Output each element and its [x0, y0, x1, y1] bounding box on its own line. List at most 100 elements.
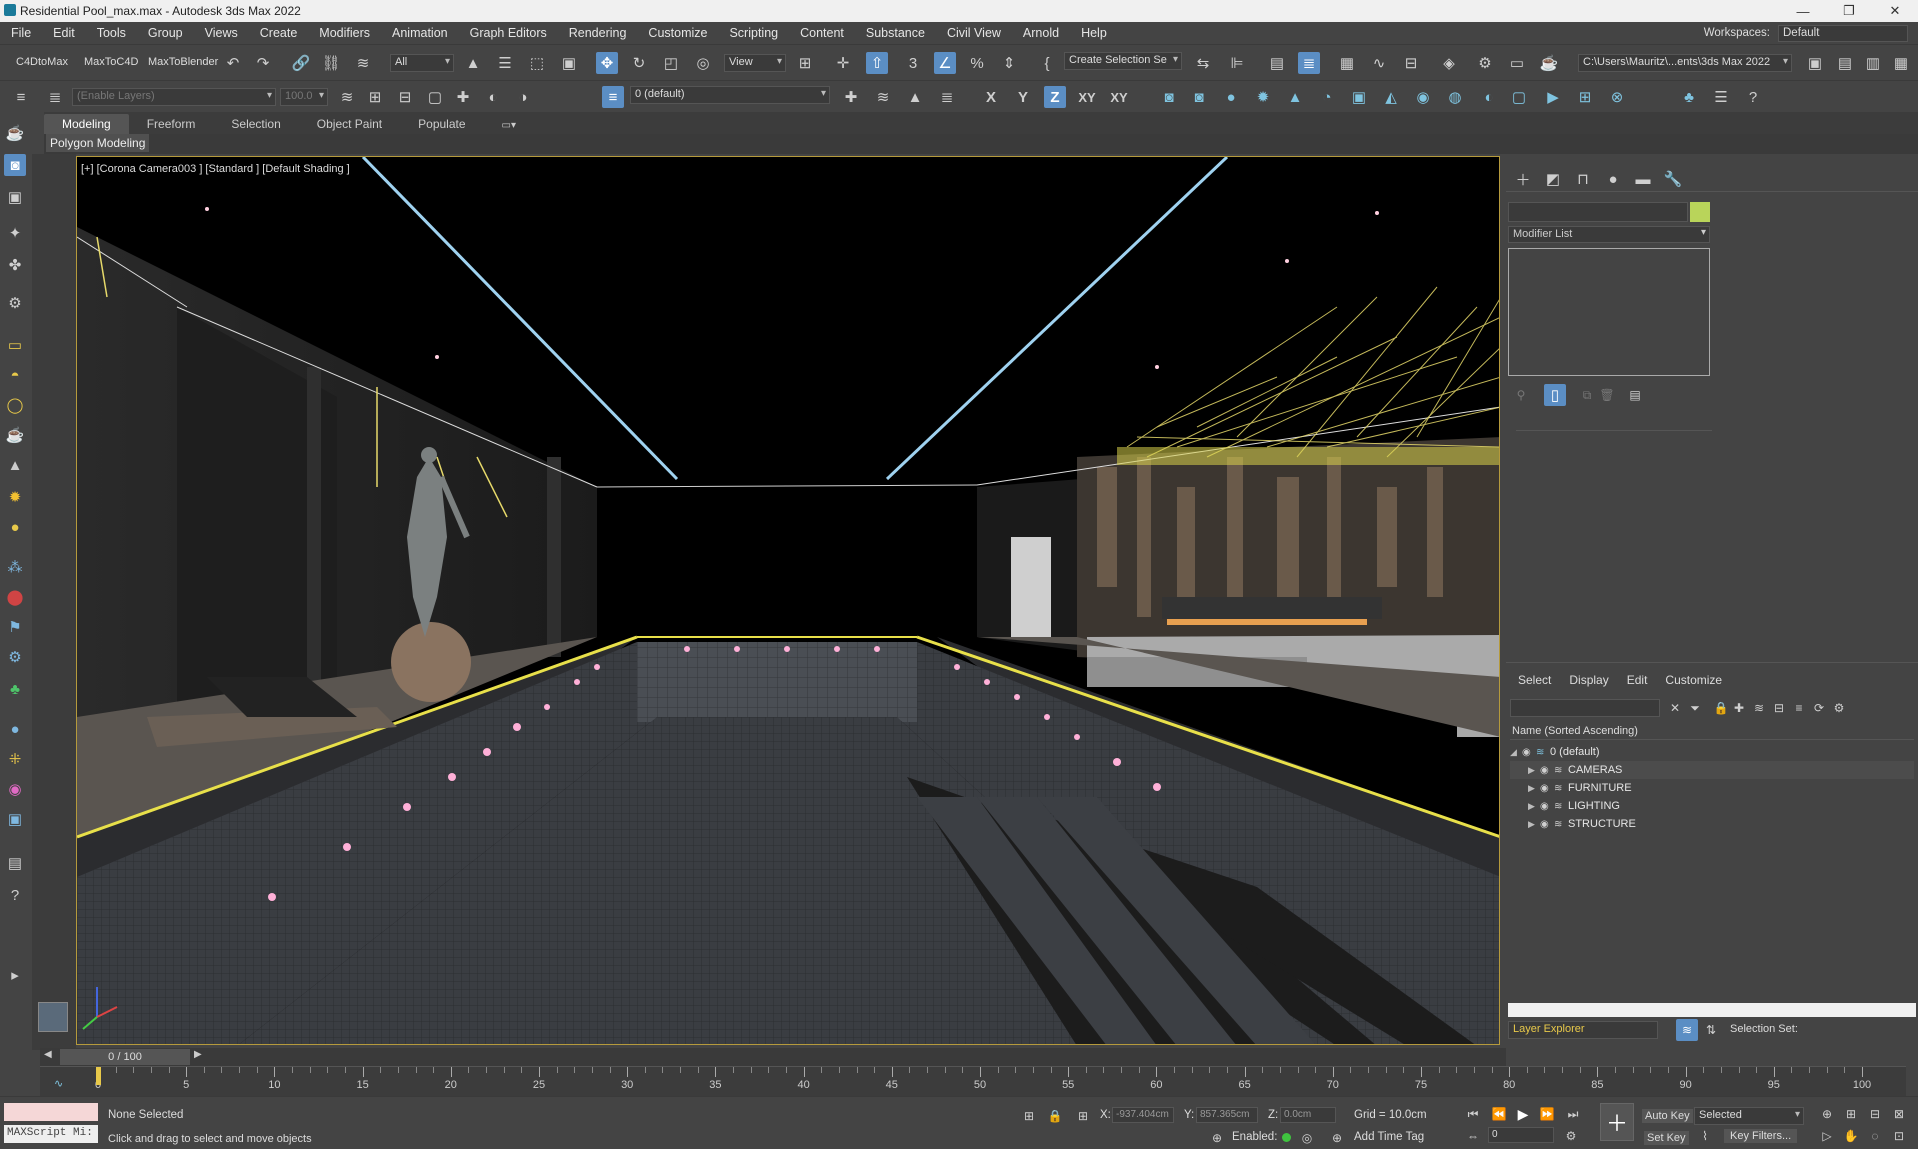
- modify-tab-icon[interactable]: ◩: [1542, 168, 1564, 190]
- key-filters-button[interactable]: Key Filters...: [1724, 1129, 1798, 1143]
- explorer-menu-display[interactable]: Display: [1569, 673, 1608, 687]
- render-production-icon[interactable]: ☕: [1538, 52, 1560, 74]
- play-icon[interactable]: ▶: [1512, 1103, 1534, 1125]
- motion-tab-icon[interactable]: ●: [1602, 168, 1624, 190]
- menu-group[interactable]: Group: [137, 26, 194, 40]
- default-tangents-icon[interactable]: ⌇: [1694, 1125, 1716, 1147]
- zoom-extents-icon[interactable]: ⊟: [1864, 1103, 1886, 1125]
- explorer-scrollbar[interactable]: [1508, 1003, 1916, 1017]
- menu-arnold[interactable]: Arnold: [1012, 26, 1070, 40]
- show-end-result-icon[interactable]: ▯: [1544, 384, 1566, 406]
- rendered-frame-window-icon[interactable]: ▭: [1506, 52, 1528, 74]
- polygon-modeling-panel[interactable]: Polygon Modeling: [46, 134, 150, 152]
- explorer-menu-select[interactable]: Select: [1518, 673, 1551, 687]
- layer-hide-icon[interactable]: ◐: [482, 86, 504, 108]
- menu-animation[interactable]: Animation: [381, 26, 459, 40]
- bind-space-warp-icon[interactable]: ≋: [352, 52, 374, 74]
- redo-icon[interactable]: ↷: [252, 52, 274, 74]
- corona-slicer-icon[interactable]: ◭: [1380, 86, 1402, 108]
- explorer-search-input[interactable]: [1510, 699, 1660, 717]
- project-folder-icon[interactable]: ▣: [1804, 52, 1826, 74]
- system-tool-icon[interactable]: ⚙: [4, 292, 26, 314]
- curve-editor-icon[interactable]: ∿: [1368, 52, 1390, 74]
- layer-select-icon[interactable]: ▢: [424, 86, 446, 108]
- teapot-icon[interactable]: ☕: [4, 122, 26, 144]
- object-name-field[interactable]: [1508, 202, 1688, 222]
- adaptive-degradation-icon[interactable]: ⊕: [1206, 1127, 1228, 1149]
- create-layer-icon[interactable]: ✚: [840, 86, 862, 108]
- x-coordinate-field[interactable]: -937.404cm: [1112, 1107, 1174, 1123]
- layer-value-field[interactable]: 100.0: [280, 88, 328, 106]
- viewport-label[interactable]: [+] [Corona Camera003 ] [Standard ] [Def…: [81, 163, 350, 175]
- current-layer-dropdown[interactable]: 0 (default): [630, 86, 830, 104]
- save-file-icon[interactable]: ▥: [1862, 52, 1884, 74]
- select-manipulate-icon[interactable]: ✛: [832, 52, 854, 74]
- tab-freeform[interactable]: Freeform: [129, 114, 214, 134]
- select-and-scale-icon[interactable]: ◰: [660, 52, 682, 74]
- corona-scatter-icon[interactable]: ▲: [1284, 86, 1306, 108]
- z-coordinate-field[interactable]: 0.0cm: [1280, 1107, 1336, 1123]
- corona-material-icon[interactable]: ◍: [1444, 86, 1466, 108]
- expand-icon[interactable]: ▶: [1528, 819, 1540, 830]
- mirror-icon[interactable]: ⇆: [1192, 52, 1214, 74]
- toggle-scene-explorer-icon[interactable]: ▤: [1266, 52, 1288, 74]
- visibility-eye-icon[interactable]: ◉: [1540, 819, 1554, 830]
- maxtoc4d-button[interactable]: MaxToC4D: [84, 56, 138, 68]
- file-icon[interactable]: ▤: [4, 852, 26, 874]
- curve-editor-mini-icon[interactable]: ∿: [54, 1077, 63, 1090]
- sphere-icon[interactable]: ●: [4, 516, 26, 538]
- expand-icon[interactable]: ▶: [1528, 765, 1540, 776]
- maxscript-mini-listener[interactable]: MAXScript Mi:: [4, 1125, 98, 1143]
- time-slider[interactable]: 0 / 100: [60, 1049, 190, 1065]
- menu-modifiers[interactable]: Modifiers: [308, 26, 381, 40]
- layer-stack-icon[interactable]: ≡: [1788, 697, 1810, 719]
- help-icon[interactable]: ?: [4, 884, 26, 906]
- menu-civil-view[interactable]: Civil View: [936, 26, 1012, 40]
- window-crossing-icon[interactable]: ▣: [558, 52, 580, 74]
- visibility-eye-icon[interactable]: ◉: [1540, 801, 1554, 812]
- viewport-icon[interactable]: ▣: [4, 808, 26, 830]
- unlink-icon[interactable]: ⛓: [320, 52, 342, 74]
- explorer-column-header[interactable]: Name (Sorted Ascending): [1510, 723, 1914, 740]
- filter-icon[interactable]: ⏷: [1684, 697, 1706, 719]
- isolate-selection-icon[interactable]: ⊞: [1018, 1105, 1040, 1127]
- pan-view-icon[interactable]: ✋: [1840, 1125, 1862, 1147]
- bones-icon[interactable]: ⚑: [4, 616, 26, 638]
- set-keys-icon[interactable]: ＋: [1600, 1103, 1634, 1141]
- menu-scripting[interactable]: Scripting: [718, 26, 789, 40]
- selection-lock-icon[interactable]: 🔒: [1044, 1105, 1066, 1127]
- corona-decal-icon[interactable]: ▣: [1348, 86, 1370, 108]
- menu-tools[interactable]: Tools: [86, 26, 137, 40]
- help-circle-icon[interactable]: ?: [1742, 86, 1764, 108]
- time-tag-icon[interactable]: ◎: [1296, 1127, 1318, 1149]
- next-frame-icon[interactable]: ⏩: [1536, 1103, 1558, 1125]
- maximize-viewport-icon[interactable]: ⊡: [1888, 1125, 1910, 1147]
- torus-icon[interactable]: ◯: [4, 394, 26, 416]
- gear-icon[interactable]: ⚙: [4, 646, 26, 668]
- hierarchy-tab-icon[interactable]: ⊓: [1572, 168, 1594, 190]
- corona-sun-icon[interactable]: ✹: [1252, 86, 1274, 108]
- align-icon[interactable]: ⊫: [1226, 52, 1248, 74]
- utilities-tab-icon[interactable]: 🔧: [1662, 168, 1684, 190]
- snaps-toggle-icon[interactable]: 3: [902, 52, 924, 74]
- collapse-icon[interactable]: ◢: [1510, 747, 1522, 758]
- visibility-eye-icon[interactable]: ◉: [1540, 783, 1554, 794]
- explorer-menu-customize[interactable]: Customize: [1665, 673, 1722, 687]
- key-mode-dropdown[interactable]: Selected: [1694, 1107, 1804, 1125]
- modifier-stack[interactable]: [1508, 248, 1710, 376]
- perspective-viewport[interactable]: [+] [Corona Camera003 ] [Standard ] [Def…: [76, 156, 1500, 1045]
- configure-modifier-sets-icon[interactable]: ▤: [1624, 384, 1646, 406]
- helper-tool-icon[interactable]: ✤: [4, 254, 26, 276]
- zoom-icon[interactable]: ⊕: [1816, 1103, 1838, 1125]
- layer-view-icon[interactable]: ≋: [1676, 1019, 1698, 1041]
- add-to-layer-icon[interactable]: ≋: [872, 86, 894, 108]
- sun-icon[interactable]: ✹: [4, 486, 26, 508]
- reference-coordinate-dropdown[interactable]: View: [724, 54, 786, 72]
- edit-named-selection-icon[interactable]: {: [1036, 52, 1058, 74]
- corona-interactive-icon[interactable]: ▶: [1542, 86, 1564, 108]
- object-color-swatch[interactable]: [1690, 202, 1710, 222]
- maximize-button[interactable]: ❐: [1826, 0, 1872, 22]
- absolute-mode-icon[interactable]: ⊞: [1072, 1105, 1094, 1127]
- minimize-button[interactable]: —: [1780, 0, 1826, 22]
- add-time-tag-button[interactable]: Add Time Tag: [1354, 1131, 1424, 1143]
